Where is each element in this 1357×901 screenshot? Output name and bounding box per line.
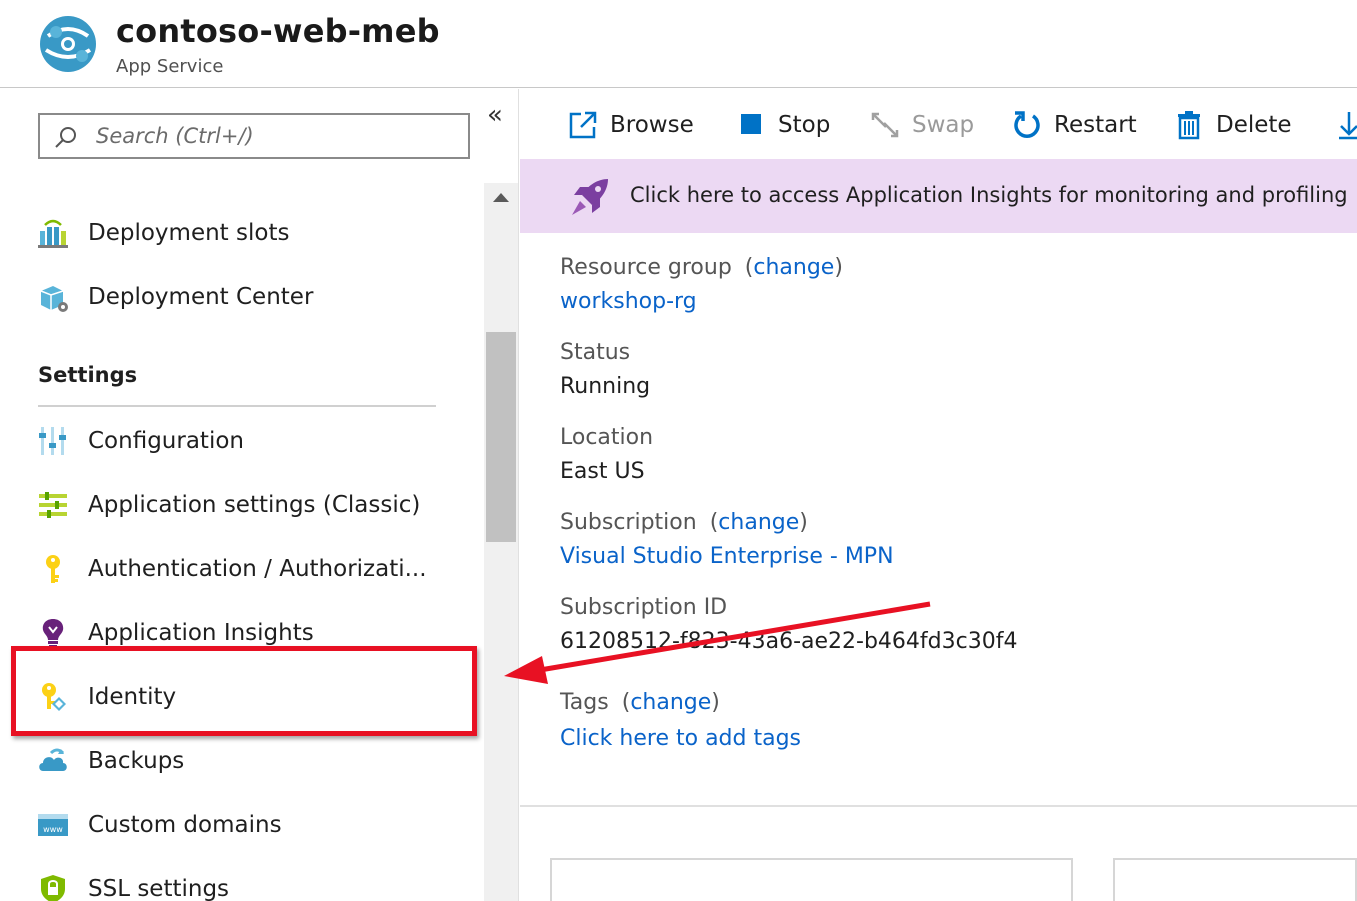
tags-label: Tags (change)	[560, 690, 720, 715]
sidebar-item-deployment-center[interactable]: Deployment Center	[36, 275, 456, 319]
search-input[interactable]	[96, 121, 456, 151]
app-service-icon	[40, 16, 96, 72]
sidebar-item-deployment-slots[interactable]: Deployment slots	[36, 211, 456, 255]
swap-icon	[870, 110, 900, 140]
sidebar-item-label: Identity	[88, 684, 177, 710]
resource-group-value-link[interactable]: workshop-rg	[560, 289, 697, 314]
location-label: Location	[560, 425, 654, 450]
sidebar-item-backups[interactable]: Backups	[36, 739, 456, 783]
identity-key-icon	[36, 680, 70, 714]
change-tags-link[interactable]: change	[630, 690, 711, 715]
download-icon	[1334, 110, 1357, 140]
delete-button[interactable]: Delete	[1174, 105, 1292, 145]
overview-pane: Browse Stop Swap Restart Delete Click he…	[520, 89, 1357, 901]
change-resource-group-link[interactable]: change	[753, 255, 834, 280]
section-divider	[38, 405, 436, 407]
status-value: Running	[560, 374, 651, 399]
svg-text:www: www	[43, 825, 63, 834]
sidebar-item-configuration[interactable]: Configuration	[36, 419, 456, 463]
subscription-id-label: Subscription ID	[560, 595, 728, 620]
cloud-backup-icon	[36, 744, 70, 778]
change-subscription-link[interactable]: change	[718, 510, 799, 535]
sidebar-item-ssl-settings[interactable]: SSL settings	[36, 867, 456, 901]
deployment-center-icon	[36, 280, 70, 314]
deployment-slots-icon	[36, 216, 70, 250]
section-title-settings: Settings	[38, 363, 138, 387]
collapse-menu-button[interactable]: «	[484, 101, 506, 129]
sidebar-item-label: Deployment Center	[88, 284, 314, 310]
overview-card-left[interactable]	[550, 858, 1073, 901]
rocket-icon	[572, 179, 608, 215]
paren-close: )	[799, 510, 808, 535]
restart-button[interactable]: Restart	[1012, 105, 1137, 145]
sidebar-item-application-settings[interactable]: Application settings (Classic)	[36, 483, 456, 527]
sidebar-item-label: Application settings (Classic)	[88, 492, 421, 518]
download-button[interactable]	[1334, 105, 1357, 145]
sidebar-item-label: Application Insights	[88, 620, 314, 646]
add-tags-link[interactable]: Click here to add tags	[560, 726, 801, 751]
stop-button[interactable]: Stop	[736, 105, 830, 145]
page-subtitle: App Service	[116, 56, 224, 77]
resource-menu: « Deployment slots	[0, 89, 519, 901]
configuration-icon	[36, 424, 70, 458]
sidebar-item-label: Configuration	[88, 428, 244, 454]
sidebar-item-application-insights[interactable]: Application Insights	[36, 611, 456, 655]
overview-card-right[interactable]	[1113, 858, 1357, 901]
essentials-divider	[520, 805, 1357, 807]
delete-label: Delete	[1216, 112, 1292, 138]
swap-label: Swap	[912, 112, 975, 138]
restart-icon	[1012, 110, 1042, 140]
lightbulb-icon	[36, 616, 70, 650]
tags-label-text: Tags	[560, 690, 609, 715]
sidebar-item-label: Custom domains	[88, 812, 282, 838]
browse-button[interactable]: Browse	[568, 105, 694, 145]
stop-icon	[736, 110, 766, 140]
subscription-label-text: Subscription	[560, 510, 697, 535]
search-box[interactable]	[38, 113, 470, 159]
banner-text: Click here to access Application Insight…	[630, 183, 1348, 207]
app-insights-banner[interactable]: Click here to access Application Insight…	[520, 159, 1357, 233]
paren-close: )	[711, 690, 720, 715]
key-icon	[36, 552, 70, 586]
subscription-label: Subscription (change)	[560, 510, 808, 535]
application-settings-icon	[36, 488, 70, 522]
subscription-value-link[interactable]: Visual Studio Enterprise - MPN	[560, 544, 894, 569]
sidebar-item-identity[interactable]: Identity	[36, 675, 456, 719]
command-bar: Browse Stop Swap Restart Delete	[520, 89, 1357, 159]
subscription-id-value: 61208512-f823-43a6-ae22-b464fd3c30f4	[560, 629, 1018, 654]
sidebar-item-label: Backups	[88, 748, 185, 774]
resource-group-label: Resource group (change)	[560, 255, 843, 280]
swap-button[interactable]: Swap	[870, 105, 974, 145]
scrollbar[interactable]	[484, 183, 518, 901]
scroll-up-arrow-icon[interactable]	[493, 193, 509, 202]
location-value: East US	[560, 459, 645, 484]
external-link-icon	[568, 110, 598, 140]
sidebar-item-label: Authentication / Authorizati...	[88, 556, 427, 582]
sidebar-item-label: Deployment slots	[88, 220, 290, 246]
paren-close: )	[834, 255, 843, 280]
scrollbar-thumb[interactable]	[486, 332, 516, 542]
restart-label: Restart	[1054, 112, 1137, 138]
stop-label: Stop	[778, 112, 831, 138]
shield-icon	[36, 872, 70, 901]
sidebar-item-authentication[interactable]: Authentication / Authorizati...	[36, 547, 456, 591]
browse-label: Browse	[610, 112, 694, 138]
sidebar-item-label: SSL settings	[88, 876, 230, 901]
blade-header: contoso-web-meb App Service	[0, 0, 1357, 88]
trash-icon	[1174, 110, 1204, 140]
paren-open: (	[709, 510, 719, 535]
resource-group-label-text: Resource group	[560, 255, 732, 280]
status-label: Status	[560, 340, 631, 365]
page-title: contoso-web-meb	[116, 12, 440, 50]
sidebar-item-custom-domains[interactable]: www Custom domains	[36, 803, 456, 847]
search-icon	[55, 127, 76, 148]
www-icon: www	[36, 808, 70, 842]
